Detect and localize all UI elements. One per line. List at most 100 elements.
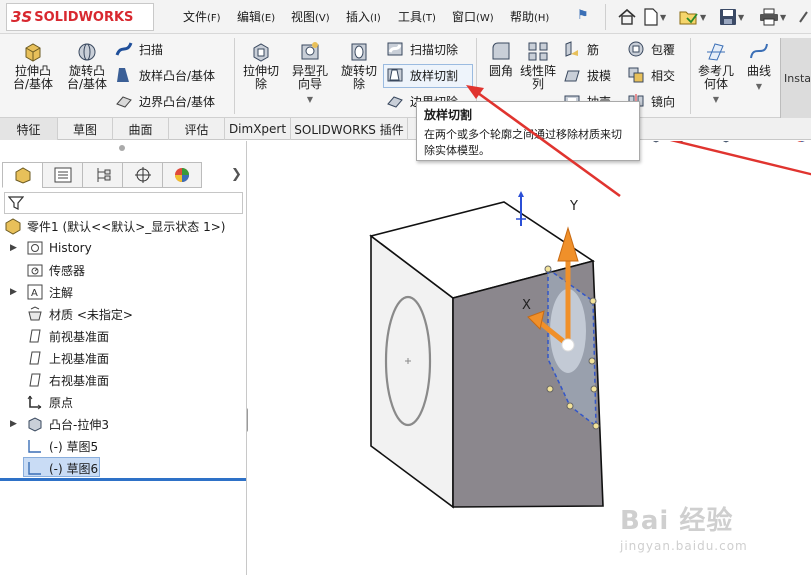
loft-cut-button[interactable]: 放样切割 xyxy=(386,65,458,85)
draft-button[interactable]: 拔模 xyxy=(563,65,611,85)
watermark: Bai 经验 jingyan.baidu.com xyxy=(620,500,790,570)
expand-icon[interactable]: ▶ xyxy=(10,287,17,297)
tooltip-title: 放样切割 xyxy=(424,108,473,122)
sweep-cut-button[interactable]: 扫描切除 xyxy=(386,39,458,59)
loft-cut-label: 放样切割 xyxy=(410,68,459,83)
revolve-boss-button[interactable]: 旋转凸 台/基体 xyxy=(61,40,113,91)
material-icon xyxy=(26,305,44,323)
wrap-label: 包覆 xyxy=(651,42,676,57)
print-icon[interactable]: ▼ xyxy=(759,6,786,28)
property-manager-tab[interactable] xyxy=(42,162,82,188)
loft-boss-label: 放样凸台/基体 xyxy=(139,68,216,83)
tree-item-sketch6[interactable]: (-) 草图6 xyxy=(26,458,98,478)
tree-item-material[interactable]: 材质 <未指定> xyxy=(26,304,133,324)
tab-features[interactable]: 特征 xyxy=(0,118,58,140)
extrude-boss-icon xyxy=(22,40,44,62)
rollback-bar[interactable] xyxy=(0,478,246,481)
menu-help[interactable]: 帮助(H) xyxy=(510,8,549,25)
linear-pattern-button[interactable]: 线性阵 列 xyxy=(512,40,564,91)
extrude-cut-icon xyxy=(250,40,272,62)
expand-icon[interactable]: ▶ xyxy=(10,419,17,429)
tree-item-label: (-) 草图5 xyxy=(49,439,99,454)
menu-tools-hotkey: (T) xyxy=(422,13,436,24)
curves-icon xyxy=(748,40,770,62)
new-document-icon[interactable]: ▼ xyxy=(643,6,666,28)
wrap-button[interactable]: 包覆 xyxy=(627,39,675,59)
curves-button[interactable]: 曲线 ▼ xyxy=(733,40,785,93)
crosshair-icon xyxy=(134,167,151,183)
menu-insert[interactable]: 插入(I) xyxy=(346,8,381,25)
rib-icon xyxy=(563,40,581,58)
menu-insert-hotkey: (I) xyxy=(370,13,381,24)
panel-grip[interactable] xyxy=(119,145,125,151)
tree-item-right-plane[interactable]: 右视基准面 xyxy=(26,370,109,390)
chevron-right-icon[interactable]: ❯ xyxy=(231,167,242,182)
revolve-cut-label: 旋转切 除 xyxy=(340,64,377,91)
intersect-button[interactable]: 相交 xyxy=(627,65,675,85)
instant3d-button[interactable]: Insta xyxy=(780,38,811,118)
graphics-area[interactable]: Y X Bai 经验 jingyan.baidu.com xyxy=(248,141,811,575)
wrap-icon xyxy=(627,40,645,58)
menu-window-hotkey: (W) xyxy=(476,13,494,24)
menu-view[interactable]: 视图(V) xyxy=(291,8,330,25)
tab-sketch[interactable]: 草图 xyxy=(58,118,113,140)
tab-surfaces[interactable]: 曲面 xyxy=(113,118,169,140)
display-manager-tab[interactable] xyxy=(162,162,202,188)
feature-manager-tab[interactable] xyxy=(2,162,42,188)
menu-file[interactable]: 文件(F) xyxy=(183,8,221,25)
linear-pattern-label: 线性阵 列 xyxy=(519,64,556,91)
more-icon[interactable] xyxy=(797,6,811,28)
sweep-button[interactable]: 扫描 xyxy=(115,39,163,59)
curves-dropdown-icon[interactable]: ▼ xyxy=(756,80,762,93)
dimxpert-manager-tab[interactable] xyxy=(122,162,162,188)
boundary-boss-label: 边界凸台/基体 xyxy=(139,94,216,109)
boundary-boss-icon xyxy=(115,92,133,110)
hole-wizard-button[interactable]: 异型孔 向导 ▼ xyxy=(284,40,336,106)
property-list-icon xyxy=(54,167,71,183)
watermark-text: Bai 经验 xyxy=(620,506,734,536)
tree-item-boss-extrude[interactable]: ▶ 凸台-拉伸3 xyxy=(10,414,109,434)
home-icon[interactable] xyxy=(617,6,637,28)
tree-item-origin[interactable]: 原点 xyxy=(26,392,73,412)
menu-tools[interactable]: 工具(T) xyxy=(398,8,436,25)
save-icon[interactable]: ▼ xyxy=(719,6,744,28)
tooltip-body: 在两个或多个轮廓之间通过移除材质来切除实体模型。 xyxy=(424,128,622,157)
configuration-icon xyxy=(97,168,110,182)
boundary-boss-button[interactable]: 边界凸台/基体 xyxy=(115,91,215,111)
tree-item-label: 前视基准面 xyxy=(49,329,110,344)
hole-wizard-label: 异型孔 向导 xyxy=(291,64,328,91)
hole-wizard-dropdown-icon[interactable]: ▼ xyxy=(307,93,313,106)
open-icon[interactable]: ▼ xyxy=(679,6,706,28)
curves-label: 曲线 xyxy=(746,64,771,78)
tree-item-sensors[interactable]: 传感器 xyxy=(26,260,85,280)
menu-bar: 3S SOLIDWORKS 文件(F) 编辑(E) 视图(V) 插入(I) 工具… xyxy=(0,0,811,34)
tab-evaluate[interactable]: 评估 xyxy=(169,118,225,140)
part-icon xyxy=(4,217,22,235)
reference-geometry-dropdown-icon[interactable]: ▼ xyxy=(713,93,719,106)
command-manager: 拉伸凸 台/基体 旋转凸 台/基体 扫描 放样凸台/基体 边界凸台/基体 拉伸切… xyxy=(0,34,811,118)
solidworks-logo[interactable]: 3S SOLIDWORKS xyxy=(6,3,154,31)
menu-edit[interactable]: 编辑(E) xyxy=(237,8,275,25)
menu-window[interactable]: 窗口(W) xyxy=(452,8,494,25)
extrude-cut-button[interactable]: 拉伸切 除 xyxy=(235,40,287,91)
tree-filter[interactable] xyxy=(4,192,243,214)
part-root[interactable]: 零件1 (默认<<默认>_显示状态 1>) xyxy=(4,216,225,236)
pin-icon[interactable]: ⚑ xyxy=(577,8,589,23)
origin-icon xyxy=(26,393,44,411)
revolve-cut-button[interactable]: 旋转切 除 xyxy=(333,40,385,91)
extrude-boss-button[interactable]: 拉伸凸 台/基体 xyxy=(7,40,59,91)
configuration-manager-tab[interactable] xyxy=(82,162,122,188)
loft-boss-button[interactable]: 放样凸台/基体 xyxy=(115,65,215,85)
tab-solidworks-addins[interactable]: SOLIDWORKS 插件 xyxy=(291,118,408,140)
tree-item-annotations[interactable]: ▶ A 注解 xyxy=(10,282,73,302)
tree-item-sketch5[interactable]: (-) 草图5 xyxy=(26,436,98,456)
tree-item-top-plane[interactable]: 上视基准面 xyxy=(26,348,109,368)
extrude-cut-label: 拉伸切 除 xyxy=(242,64,279,91)
tree-item-history[interactable]: ▶ History xyxy=(10,238,92,258)
sweep-label: 扫描 xyxy=(139,42,164,57)
tab-dimxpert[interactable]: DimXpert xyxy=(225,118,291,140)
expand-icon[interactable]: ▶ xyxy=(10,243,17,253)
boss-extrude-icon xyxy=(26,415,44,433)
tree-item-front-plane[interactable]: 前视基准面 xyxy=(26,326,109,346)
rib-button[interactable]: 筋 xyxy=(563,39,599,59)
